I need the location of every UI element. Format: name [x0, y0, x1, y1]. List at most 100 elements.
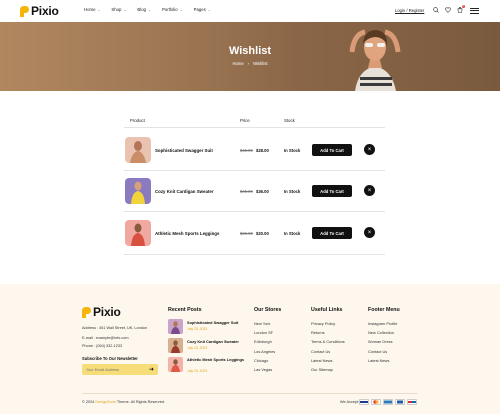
old-price: $36.00: [240, 231, 253, 236]
remove-icon[interactable]: ×: [364, 227, 375, 238]
add-to-cart-button[interactable]: Add To Cart: [312, 227, 352, 239]
chevron-down-icon: ⌄: [123, 7, 127, 12]
old-price: $45.00: [240, 189, 253, 194]
column-header-product: Product: [130, 118, 145, 123]
product-image[interactable]: [125, 220, 151, 246]
column-header-price: Price: [240, 118, 250, 123]
useful-link[interactable]: Our Sitemap: [311, 367, 333, 372]
copyright: © 2024 DexignZone Theme. All Rights Rese…: [82, 400, 165, 404]
main-nav: Home ⌄ Shop ⌄ Blog ⌄ Portfolio ⌄ Pages ⌄: [84, 7, 211, 12]
post-thumbnail[interactable]: [168, 338, 183, 353]
logo-icon: [82, 306, 91, 318]
store-link[interactable]: Edinburgh: [254, 339, 272, 344]
useful-link[interactable]: Latest News: [311, 358, 332, 363]
divider: [124, 254, 385, 255]
divider: [124, 211, 385, 212]
footer-phone[interactable]: Phone : (064) 332-1233: [82, 344, 122, 348]
stock-status: In Stock: [284, 189, 301, 194]
price: $28.00: [256, 148, 269, 153]
mastercard-icon: [371, 399, 381, 405]
old-price: $45.00: [240, 148, 253, 153]
post-title[interactable]: Cozy Knit Cardigan Sweater: [187, 339, 249, 344]
chevron-down-icon: ⌄: [207, 7, 211, 12]
footer-email[interactable]: E-mail : example@info.com: [82, 336, 128, 340]
store-link[interactable]: New York: [254, 321, 270, 326]
footer-divider: [82, 393, 418, 394]
product-name[interactable]: Cozy Knit Cardigan Sweater: [155, 189, 214, 194]
footer-menu-link[interactable]: New Collection: [368, 330, 394, 335]
product-image[interactable]: [125, 137, 151, 163]
add-to-cart-button[interactable]: Add To Cart: [312, 144, 352, 156]
useful-link[interactable]: Terms & Conditions: [311, 339, 345, 344]
post-thumbnail[interactable]: [168, 357, 183, 372]
store-link[interactable]: Los Angeles: [254, 349, 275, 354]
footer-logo[interactable]: Pixio: [82, 305, 121, 319]
footer-menu-link[interactable]: Latest News: [368, 358, 389, 363]
stock-status: In Stock: [284, 148, 301, 153]
breadcrumb: Home › Wishlist: [0, 61, 500, 66]
arrow-right-icon[interactable]: ➜: [149, 366, 154, 373]
store-link[interactable]: London SF: [254, 330, 273, 335]
page-title: Wishlist: [228, 45, 272, 57]
stores-title: Our Stores: [254, 307, 282, 313]
breadcrumb-home[interactable]: Home: [232, 61, 243, 66]
recent-posts-title: Recent Posts: [168, 307, 202, 313]
footer-menu-title: Footer Menu: [368, 307, 400, 313]
site-footer: [0, 284, 500, 414]
footer-menu-link[interactable]: Instagram Profile: [368, 321, 397, 326]
we-accept-label: We Accept:: [340, 400, 360, 404]
brand-name: Pixio: [31, 4, 59, 18]
divider: [124, 127, 385, 128]
visa-icon: [359, 399, 369, 405]
useful-link[interactable]: Returns: [311, 330, 325, 335]
add-to-cart-button[interactable]: Add To Cart: [312, 185, 352, 197]
page-banner: Wishlist Home › Wishlist: [0, 22, 500, 91]
menu-icon[interactable]: [470, 8, 479, 15]
product-name[interactable]: Sophisticated Swagger Suit: [155, 148, 213, 153]
post-title[interactable]: Sophisticated Swagger Suit: [187, 320, 249, 325]
price: $36.00: [256, 189, 269, 194]
nav-portfolio[interactable]: Portfolio ⌄: [162, 7, 183, 12]
logo-icon: [20, 5, 29, 17]
newsletter-email-input[interactable]: [86, 366, 146, 373]
useful-links-title: Useful Links: [311, 307, 343, 313]
chevron-down-icon: ⌄: [179, 7, 183, 12]
footer-address: Address : 451 Wall Street, UK, London: [82, 326, 148, 330]
nav-pages[interactable]: Pages ⌄: [194, 7, 211, 12]
chevron-down-icon: ⌄: [148, 7, 151, 12]
copyright-brand-link[interactable]: DexignZone: [95, 400, 115, 404]
footer-menu-link[interactable]: Woman Dress: [368, 339, 393, 344]
wishlist-section: [0, 91, 500, 284]
newsletter-title: Subscribe To Our Newsletter: [82, 356, 138, 361]
newsletter-form: ➜: [82, 364, 158, 375]
store-link[interactable]: Las Vegas: [254, 367, 272, 372]
remove-icon[interactable]: ×: [364, 144, 375, 155]
login-register-link[interactable]: Login / Register: [395, 8, 424, 13]
amex-icon: [383, 399, 393, 405]
cart-count-badge: 0: [461, 4, 465, 8]
header-icons: 0: [432, 4, 465, 13]
post-title[interactable]: Athletic Mesh Sports Leggings: [187, 357, 249, 362]
heart-icon[interactable]: [444, 6, 451, 13]
column-header-stock: Stock: [284, 118, 295, 123]
card-icon: [407, 399, 417, 405]
nav-shop[interactable]: Shop ⌄: [111, 7, 126, 12]
product-name[interactable]: Athletic Mesh Sports Leggings: [155, 231, 219, 236]
useful-link[interactable]: Contact Us: [311, 349, 330, 354]
post-thumbnail[interactable]: [168, 319, 183, 334]
search-icon[interactable]: [432, 6, 439, 13]
divider: [124, 170, 385, 171]
store-link[interactable]: Chicago: [254, 358, 268, 363]
footer-brand-name: Pixio: [93, 305, 121, 319]
nav-blog[interactable]: Blog ⌄: [137, 7, 151, 12]
nav-home[interactable]: Home ⌄: [84, 7, 100, 12]
site-header: Pixio Home ⌄ Shop ⌄ Blog ⌄ Portfolio ⌄ Pages…: [0, 0, 500, 22]
useful-link[interactable]: Privacy Policy: [311, 321, 335, 326]
footer-menu-link[interactable]: Contact Us: [368, 349, 387, 354]
remove-icon[interactable]: ×: [364, 185, 375, 196]
price: $20.00: [256, 231, 269, 236]
product-image[interactable]: [125, 178, 151, 204]
brand-logo[interactable]: Pixio: [20, 4, 59, 18]
cart-icon[interactable]: 0: [456, 4, 465, 13]
post-date: July 23, 2023: [187, 369, 208, 373]
